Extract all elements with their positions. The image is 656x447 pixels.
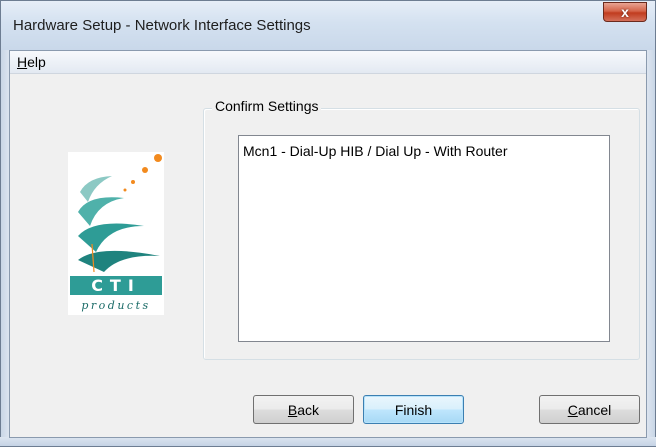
settings-listbox[interactable]: Mcn1 - Dial-Up HIB / Dial Up - With Rout… bbox=[238, 135, 610, 342]
back-button[interactable]: Back bbox=[253, 395, 354, 424]
close-icon: x bbox=[621, 4, 629, 20]
menu-help-label: elp bbox=[27, 54, 46, 70]
window-frame-right bbox=[646, 0, 656, 447]
logo-dot-large bbox=[154, 154, 162, 162]
setup-window: Hardware Setup - Network Interface Setti… bbox=[0, 0, 656, 447]
cti-products-logo: CTI products bbox=[68, 152, 164, 315]
back-button-label: ack bbox=[297, 401, 320, 418]
window-frame-bottom bbox=[0, 437, 656, 447]
menu-help[interactable]: Help bbox=[15, 54, 48, 70]
logo-tagline: products bbox=[81, 299, 150, 312]
title-bar[interactable]: Hardware Setup - Network Interface Setti… bbox=[0, 0, 656, 50]
logo-dot-medium bbox=[142, 167, 148, 173]
window-title: Hardware Setup - Network Interface Setti… bbox=[13, 17, 311, 34]
list-item[interactable]: Mcn1 - Dial-Up HIB / Dial Up - With Rout… bbox=[243, 143, 508, 159]
menu-bar: Help bbox=[10, 51, 646, 74]
confirm-settings-label: Confirm Settings bbox=[212, 98, 322, 114]
logo-dot-small bbox=[131, 180, 135, 184]
cancel-button[interactable]: Cancel bbox=[539, 395, 640, 424]
dialog-client-area: Help CTI products Confirm Settings Mcn1 … bbox=[9, 50, 647, 438]
finish-button-label: Finish bbox=[394, 401, 433, 418]
logo-brand-text: CTI bbox=[91, 276, 141, 295]
close-button[interactable]: x bbox=[603, 2, 647, 22]
logo-dot-tiny bbox=[123, 188, 127, 192]
cancel-button-label: ancel bbox=[577, 401, 612, 418]
back-button-accelerator: B bbox=[287, 401, 298, 418]
cancel-button-accelerator: C bbox=[567, 401, 578, 418]
menu-help-accelerator: H bbox=[17, 54, 28, 70]
finish-button[interactable]: Finish bbox=[363, 395, 464, 424]
